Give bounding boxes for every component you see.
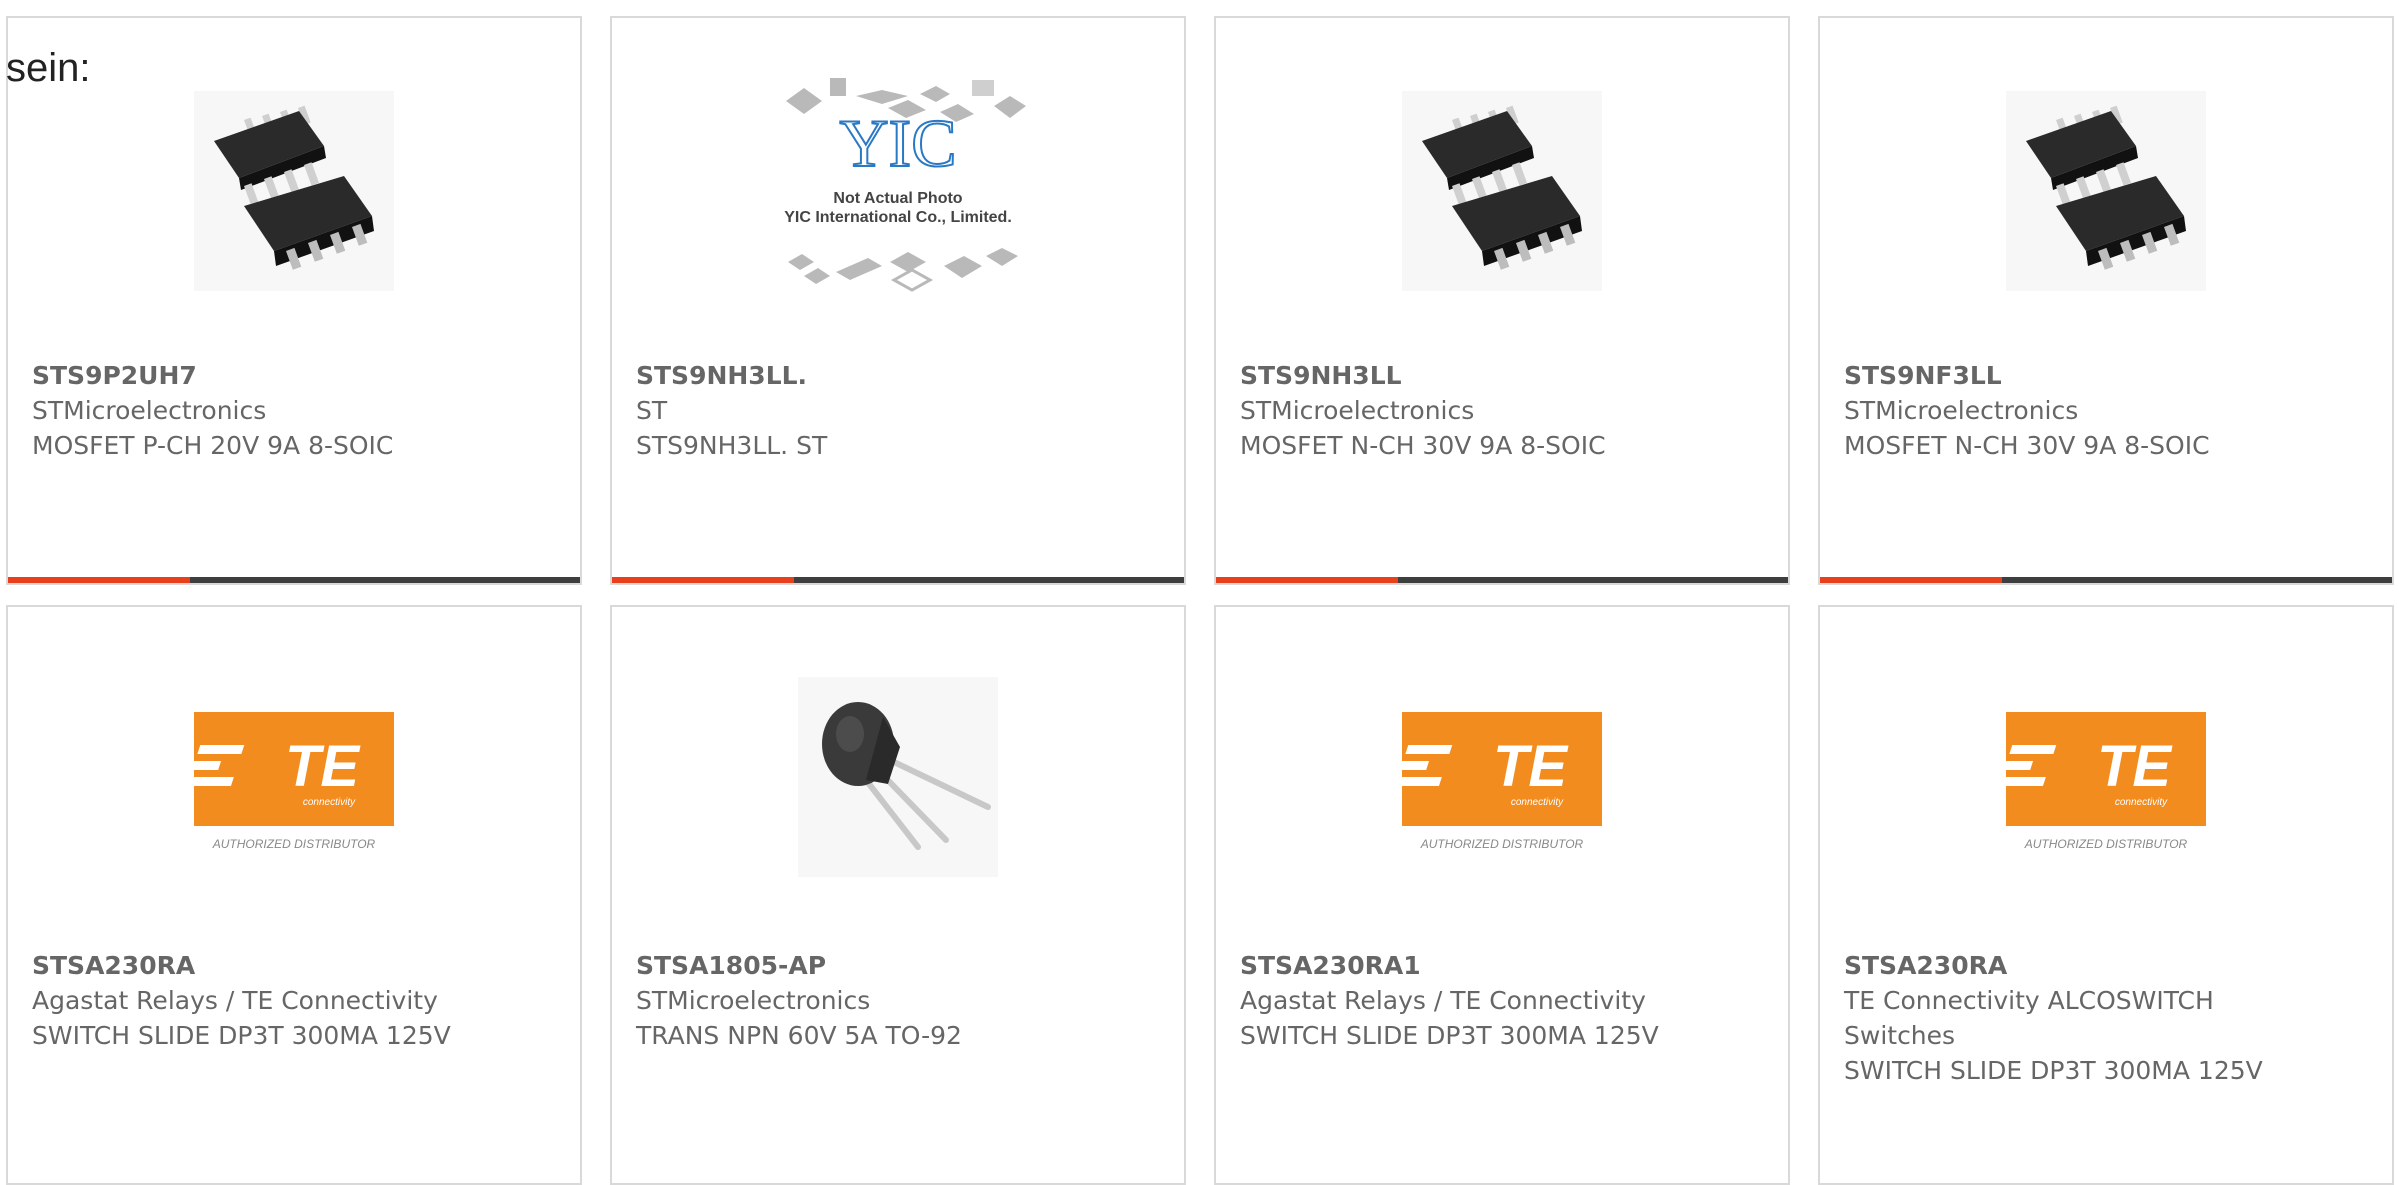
description: MOSFET N-CH 30V 9A 8-SOIC xyxy=(1844,431,2210,460)
card-bottom-bar xyxy=(1216,577,1788,583)
soic8-chip-icon xyxy=(194,91,394,291)
svg-text:TE: TE xyxy=(1493,734,1569,799)
product-card[interactable]: TE connectivity AUTHORIZED DISTRIBUTOR S… xyxy=(1214,605,1790,1185)
description: STS9NH3LL. ST xyxy=(636,431,828,460)
te-logo-icon: TE connectivity AUTHORIZED DISTRIBUTOR xyxy=(1396,712,1602,851)
accent-segment xyxy=(1216,577,1398,583)
svg-text:TE: TE xyxy=(2097,734,2173,799)
product-card[interactable]: STS9NF3LL STMicroelectronics MOSFET N-CH… xyxy=(1818,16,2394,585)
manufacturer: Agastat Relays / TE Connectivity xyxy=(1240,986,1646,1015)
manufacturer: Agastat Relays / TE Connectivity xyxy=(32,986,438,1015)
svg-text:YIC International Co., Limited: YIC International Co., Limited. xyxy=(784,209,1012,226)
manufacturer: STMicroelectronics xyxy=(1844,396,2079,425)
manufacturer: STMicroelectronics xyxy=(1240,396,1475,425)
svg-text:AUTHORIZED DISTRIBUTOR: AUTHORIZED DISTRIBUTOR xyxy=(212,837,376,851)
part-number[interactable]: STSA230RA xyxy=(32,948,556,983)
description: MOSFET N-CH 30V 9A 8-SOIC xyxy=(1240,431,1606,460)
yic-placeholder-icon: YIC Not Actual Photo YIC International C… xyxy=(784,78,1026,292)
part-number[interactable]: STS9NF3LL xyxy=(1844,358,2368,393)
product-card[interactable]: STS9P2UH7 STMicroelectronics MOSFET P-CH… xyxy=(6,16,582,585)
accent-segment xyxy=(1820,577,2002,583)
manufacturer: TE Connectivity ALCOSWITCH Switches xyxy=(1844,986,2214,1050)
description: MOSFET P-CH 20V 9A 8-SOIC xyxy=(32,431,394,460)
product-card[interactable]: STSA1805-AP STMicroelectronics TRANS NPN… xyxy=(610,605,1186,1185)
intro-text: sein: xyxy=(6,46,91,90)
svg-text:connectivity: connectivity xyxy=(2115,797,2168,808)
part-number[interactable]: STS9NH3LL xyxy=(1240,358,1764,393)
part-number[interactable]: STS9NH3LL. xyxy=(636,358,1160,393)
accent-segment xyxy=(8,577,190,583)
svg-text:connectivity: connectivity xyxy=(303,797,356,808)
manufacturer: STMicroelectronics xyxy=(32,396,267,425)
product-image[interactable]: YIC Not Actual Photo YIC International C… xyxy=(612,78,1184,306)
product-card[interactable]: TE connectivity AUTHORIZED DISTRIBUTOR S… xyxy=(6,605,582,1185)
svg-text:AUTHORIZED DISTRIBUTOR: AUTHORIZED DISTRIBUTOR xyxy=(1420,837,1584,851)
description: SWITCH SLIDE DP3T 300MA 125V xyxy=(1844,1056,2263,1085)
product-image[interactable]: TE connectivity AUTHORIZED DISTRIBUTOR xyxy=(1820,672,2392,892)
product-image[interactable] xyxy=(1216,86,1788,306)
soic8-chip-icon xyxy=(1402,91,1602,291)
te-logo-icon: TE connectivity AUTHORIZED DISTRIBUTOR xyxy=(188,712,394,851)
soic8-chip-icon xyxy=(2006,91,2206,291)
manufacturer: ST xyxy=(636,396,668,425)
product-card[interactable]: TE connectivity AUTHORIZED DISTRIBUTOR S… xyxy=(1818,605,2394,1185)
description: SWITCH SLIDE DP3T 300MA 125V xyxy=(32,1021,451,1050)
svg-text:AUTHORIZED DISTRIBUTOR: AUTHORIZED DISTRIBUTOR xyxy=(2024,837,2188,851)
part-number[interactable]: STSA230RA xyxy=(1844,948,2368,983)
card-bottom-bar xyxy=(1820,577,2392,583)
manufacturer: STMicroelectronics xyxy=(636,986,871,1015)
card-bottom-bar xyxy=(8,577,580,583)
svg-text:TE: TE xyxy=(285,734,361,799)
svg-text:YIC: YIC xyxy=(839,105,956,181)
to92-transistor-icon xyxy=(798,677,998,877)
card-bottom-bar xyxy=(612,577,1184,583)
te-logo-icon: TE connectivity AUTHORIZED DISTRIBUTOR xyxy=(2000,712,2206,851)
part-number[interactable]: STS9P2UH7 xyxy=(32,358,556,393)
part-number[interactable]: STSA1805-AP xyxy=(636,948,1160,983)
product-card[interactable]: STS9NH3LL STMicroelectronics MOSFET N-CH… xyxy=(1214,16,1790,585)
product-image[interactable] xyxy=(612,672,1184,892)
svg-text:connectivity: connectivity xyxy=(1511,797,1564,808)
product-image[interactable] xyxy=(8,86,580,306)
product-image[interactable] xyxy=(1820,86,2392,306)
svg-text:Not Actual Photo: Not Actual Photo xyxy=(833,190,962,207)
part-number[interactable]: STSA230RA1 xyxy=(1240,948,1764,983)
description: SWITCH SLIDE DP3T 300MA 125V xyxy=(1240,1021,1659,1050)
accent-segment xyxy=(612,577,794,583)
product-image[interactable]: TE connectivity AUTHORIZED DISTRIBUTOR xyxy=(1216,672,1788,892)
product-image[interactable]: TE connectivity AUTHORIZED DISTRIBUTOR xyxy=(8,672,580,892)
description: TRANS NPN 60V 5A TO-92 xyxy=(636,1021,962,1050)
product-card[interactable]: YIC Not Actual Photo YIC International C… xyxy=(610,16,1186,585)
